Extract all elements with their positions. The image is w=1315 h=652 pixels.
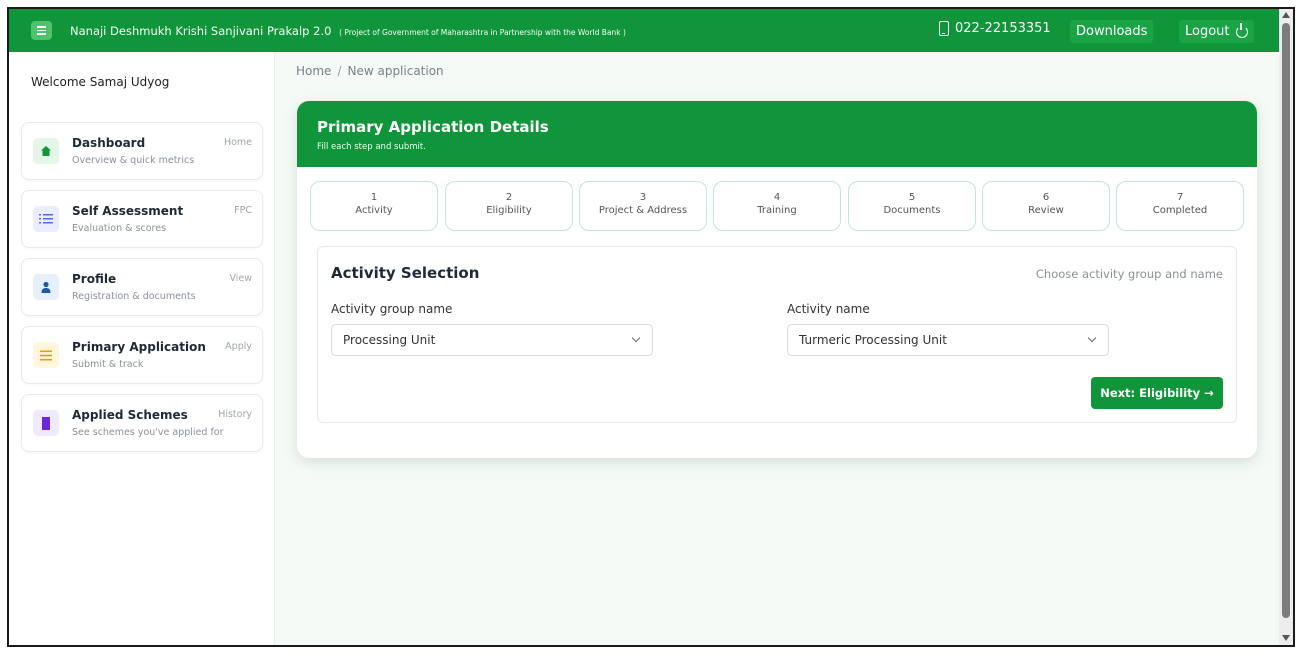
- sidebar-item-title: Profile: [72, 272, 117, 286]
- step-label: Project & Address: [598, 205, 688, 216]
- primary-application-panel: Primary Application Details Fill each st…: [297, 101, 1257, 458]
- sidebar-item-tag: Apply: [225, 341, 252, 352]
- sidebar-item-primary-application[interactable]: Primary Application Submit & track Apply: [21, 326, 263, 384]
- step-number: 3: [639, 192, 647, 203]
- breadcrumb-current: New application: [347, 64, 444, 78]
- section-title: Activity Selection: [331, 264, 480, 282]
- sidebar-item-title: Self Assessment: [72, 204, 184, 218]
- top-bar: Nanaji Deshmukh Krishi Sanjivani Prakalp…: [9, 9, 1281, 52]
- step-number: 7: [1176, 192, 1184, 203]
- sidebar-item-dashboard[interactable]: Dashboard Overview & quick metrics Home: [21, 122, 263, 180]
- sidebar-item-subtitle: See schemes you've applied for: [72, 427, 224, 438]
- step-number: 2: [505, 192, 513, 203]
- sidebar-item-title: Dashboard: [72, 136, 146, 150]
- step-label: Completed: [1152, 205, 1208, 216]
- sidebar-item-tag: Home: [223, 137, 252, 148]
- sidebar-item-subtitle: Evaluation & scores: [72, 223, 167, 234]
- site-title-text: Nanaji Deshmukh Krishi Sanjivani Prakalp…: [70, 23, 332, 38]
- step-label: Activity: [355, 205, 393, 216]
- step-label: Training: [757, 205, 797, 216]
- panel-header: Primary Application Details Fill each st…: [297, 101, 1257, 167]
- activity-name-value: Turmeric Processing Unit: [799, 333, 947, 347]
- step-label: Review: [1028, 205, 1064, 216]
- welcome-text: Welcome Samaj Udyog: [31, 75, 170, 89]
- user-icon: [33, 274, 59, 300]
- sidebar-item-title: Primary Application: [72, 340, 206, 354]
- breadcrumb-home-link[interactable]: Home: [296, 64, 331, 78]
- site-subtitle: ( Project of Government of Maharashtra i…: [339, 27, 626, 37]
- menu-lines-icon: [33, 342, 59, 368]
- vertical-scrollbar[interactable]: [1279, 9, 1293, 645]
- list-icon: [33, 206, 59, 232]
- step-documents[interactable]: 5 Documents: [848, 181, 976, 231]
- chevron-down-icon: [1087, 333, 1097, 343]
- power-icon: [1235, 22, 1248, 38]
- scroll-down-arrow-icon[interactable]: [1282, 635, 1290, 641]
- activity-group-select[interactable]: Processing Unit: [331, 324, 653, 356]
- sidebar-item-tag: FPC: [234, 205, 252, 216]
- home-icon: [33, 138, 59, 164]
- activity-group-label: Activity group name: [331, 302, 453, 316]
- scroll-thumb[interactable]: [1282, 23, 1290, 618]
- phone-icon: [939, 21, 949, 36]
- step-training[interactable]: 4 Training: [713, 181, 841, 231]
- downloads-button[interactable]: Downloads: [1070, 20, 1154, 43]
- step-label: Documents: [883, 205, 941, 216]
- sidebar: Welcome Samaj Udyog Dashboard Overview &…: [9, 52, 275, 645]
- site-title: Nanaji Deshmukh Krishi Sanjivani Prakalp…: [70, 24, 626, 38]
- sidebar-item-profile[interactable]: Profile Registration & documents View: [21, 258, 263, 316]
- sidebar-item-tag: History: [218, 409, 252, 420]
- sidebar-item-self-assessment[interactable]: Self Assessment Evaluation & scores FPC: [21, 190, 263, 248]
- step-number: 6: [1042, 192, 1050, 203]
- bookmark-icon: [33, 410, 59, 436]
- sidebar-item-title: Applied Schemes: [72, 408, 188, 422]
- panel-subtitle: Fill each step and submit.: [317, 142, 426, 152]
- phone-contact: 022-22153351: [939, 21, 1051, 36]
- sidebar-item-applied-schemes[interactable]: Applied Schemes See schemes you've appli…: [21, 394, 263, 452]
- activity-group-value: Processing Unit: [343, 333, 436, 347]
- sidebar-item-tag: View: [229, 273, 252, 284]
- section-hint: Choose activity group and name: [1035, 267, 1223, 281]
- phone-number: 022-22153351: [955, 21, 1051, 36]
- scroll-up-arrow-icon[interactable]: [1282, 12, 1290, 18]
- step-number: 4: [773, 192, 781, 203]
- breadcrumb-separator: /: [337, 64, 342, 78]
- activity-name-select[interactable]: Turmeric Processing Unit: [787, 324, 1109, 356]
- step-number: 5: [908, 192, 916, 203]
- next-eligibility-button[interactable]: Next: Eligibility →: [1091, 377, 1223, 409]
- activity-name-label: Activity name: [787, 302, 870, 316]
- browser-frame: Nanaji Deshmukh Krishi Sanjivani Prakalp…: [7, 7, 1295, 647]
- step-activity[interactable]: 1 Activity: [310, 181, 438, 231]
- step-completed[interactable]: 7 Completed: [1116, 181, 1244, 231]
- logout-label: Logout: [1185, 24, 1230, 39]
- activity-selection-section: Activity Selection Choose activity group…: [317, 246, 1237, 423]
- step-review[interactable]: 6 Review: [982, 181, 1110, 231]
- breadcrumb: Home / New application: [296, 64, 444, 78]
- sidebar-item-subtitle: Registration & documents: [72, 291, 196, 302]
- step-number: 1: [370, 192, 378, 203]
- step-label: Eligibility: [486, 205, 532, 216]
- hamburger-icon[interactable]: [31, 21, 52, 40]
- logout-button[interactable]: Logout: [1179, 20, 1254, 43]
- chevron-down-icon: [631, 333, 641, 343]
- step-eligibility[interactable]: 2 Eligibility: [445, 181, 573, 231]
- step-project-address[interactable]: 3 Project & Address: [579, 181, 707, 231]
- panel-title: Primary Application Details: [317, 118, 549, 136]
- sidebar-item-subtitle: Overview & quick metrics: [72, 155, 195, 166]
- sidebar-item-subtitle: Submit & track: [72, 359, 144, 370]
